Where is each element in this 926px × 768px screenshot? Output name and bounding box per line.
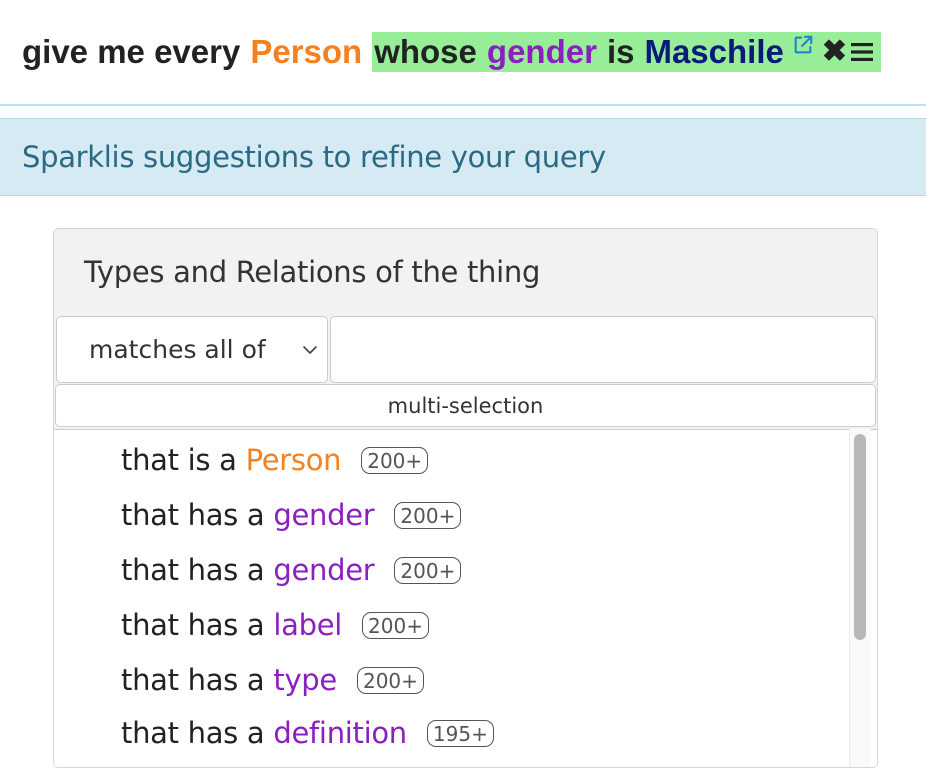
query-bar: give me every Person whose gender is Mas… [0, 0, 926, 106]
query-class-term[interactable]: Person [250, 33, 362, 71]
item-term: gender [273, 498, 375, 532]
suggestions-banner: Sparklis suggestions to refine your quer… [0, 118, 926, 196]
item-count-badge: 200+ [362, 611, 429, 639]
scrollbar-thumb[interactable] [854, 434, 866, 640]
item-prefix: that has a [121, 716, 265, 750]
item-count-badge: 200+ [394, 501, 462, 529]
match-mode-value: matches all of [89, 335, 266, 364]
query-entity-term[interactable]: Maschile [644, 33, 783, 71]
item-count-badge: 200+ [356, 666, 424, 694]
query-prefix[interactable]: give me every [22, 33, 240, 71]
item-term: type [273, 663, 337, 697]
query-focus[interactable]: whose gender is Maschile ✖ [372, 32, 882, 72]
multi-selection-label: multi-selection [387, 393, 544, 418]
item-term: Person [245, 443, 342, 477]
item-prefix: that is a [121, 443, 237, 477]
suggestion-list[interactable]: that is a Person 200+ that has a gender … [54, 429, 877, 767]
multi-selection-button[interactable]: multi-selection [55, 384, 876, 427]
item-term: label [273, 608, 343, 642]
list-item[interactable]: that has a gender 200+ [121, 550, 462, 590]
types-relations-panel: Types and Relations of the thing matches… [53, 228, 878, 768]
external-link-icon[interactable] [792, 34, 814, 56]
item-term: gender [273, 553, 375, 587]
item-term: definition [273, 716, 407, 750]
list-item[interactable]: that has a label 200+ [121, 605, 429, 645]
banner-text: Sparklis suggestions to refine your quer… [22, 140, 606, 174]
menu-icon[interactable] [849, 40, 875, 64]
chevron-down-icon [303, 346, 317, 354]
item-count-badge: 195+ [426, 719, 494, 747]
query-sentence: give me every Person whose gender is Mas… [22, 31, 882, 73]
query-is[interactable]: is [607, 33, 635, 71]
item-prefix: that has a [121, 553, 265, 587]
item-prefix: that has a [121, 663, 265, 697]
item-prefix: that has a [121, 498, 265, 532]
list-item[interactable]: that has a gender 200+ [121, 495, 462, 535]
query-property-term[interactable]: gender [487, 33, 597, 71]
list-item[interactable]: that has a type 200+ [121, 660, 424, 700]
close-icon[interactable]: ✖ [822, 37, 847, 67]
panel-title: Types and Relations of the thing [84, 255, 541, 289]
query-whose[interactable]: whose [374, 33, 477, 71]
item-count-badge: 200+ [361, 446, 429, 474]
list-item[interactable]: that is a Person 200+ [121, 440, 429, 480]
filter-input[interactable] [330, 316, 876, 383]
item-count-badge: 200+ [394, 556, 462, 584]
match-mode-select[interactable]: matches all of [56, 316, 328, 383]
item-prefix: that has a [121, 608, 265, 642]
list-item[interactable]: that has a definition 195+ [121, 713, 494, 753]
